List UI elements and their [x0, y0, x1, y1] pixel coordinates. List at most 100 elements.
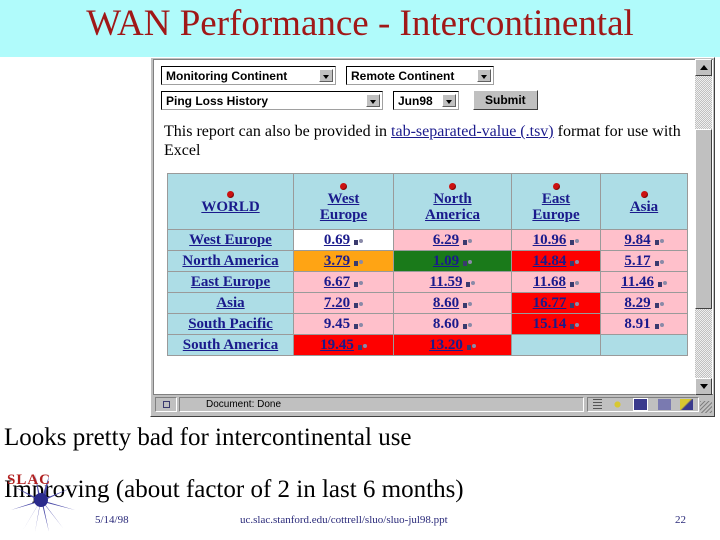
- security-lock-icon[interactable]: [155, 397, 177, 412]
- news-icon[interactable]: [657, 399, 671, 410]
- row-label: South America: [167, 334, 294, 356]
- tsv-download-link[interactable]: tab-separated-value (.tsv): [391, 123, 554, 140]
- chart-link-icon[interactable]: [466, 342, 476, 350]
- data-cell[interactable]: 5.17: [600, 250, 688, 272]
- data-cell[interactable]: 8.29: [600, 292, 688, 314]
- row-label-link[interactable]: West Europe: [189, 232, 272, 249]
- monitoring-continent-value: Monitoring Continent: [166, 69, 288, 83]
- data-cell[interactable]: 13.20: [393, 334, 512, 356]
- chart-link-icon[interactable]: [463, 321, 473, 329]
- row-label: North America: [167, 250, 294, 272]
- scrollbar-track[interactable]: [695, 76, 712, 378]
- data-cell[interactable]: 1.09: [393, 250, 512, 272]
- data-cell[interactable]: 9.45: [293, 313, 394, 335]
- form-row-1: Monitoring Continent Remote Continent: [161, 66, 694, 85]
- data-cell[interactable]: 6.67: [293, 271, 394, 293]
- chart-link-icon[interactable]: [354, 300, 364, 308]
- cell-value: 5.17: [624, 252, 651, 269]
- data-cell[interactable]: 11.68: [511, 271, 601, 293]
- row-label-link[interactable]: Asia: [216, 295, 244, 312]
- cell-value: 6.67: [323, 273, 351, 290]
- data-cell[interactable]: 8.60: [393, 292, 512, 314]
- data-cell[interactable]: 8.91: [600, 313, 688, 335]
- chart-link-icon[interactable]: [354, 258, 364, 266]
- month-value: Jun98: [398, 93, 433, 108]
- data-cell[interactable]: 3.79: [293, 250, 394, 272]
- list-icon[interactable]: [592, 399, 602, 410]
- chart-link-icon[interactable]: [570, 258, 580, 266]
- chart-link-icon[interactable]: [354, 237, 364, 245]
- chart-link-icon[interactable]: [570, 300, 580, 308]
- cell-value: 15.14: [532, 315, 567, 332]
- ping-loss-table: WORLD West Europe North America East Europe Asi…: [167, 173, 688, 356]
- cell-value: 11.46: [621, 273, 654, 290]
- chart-link-icon[interactable]: [466, 279, 476, 287]
- chart-link-icon[interactable]: [654, 321, 664, 329]
- data-cell[interactable]: 11.46: [600, 271, 688, 293]
- data-cell[interactable]: 7.20: [293, 292, 394, 314]
- red-dot-icon: [449, 183, 456, 190]
- report-type-select[interactable]: Ping Loss History: [161, 90, 383, 110]
- network-icon[interactable]: [611, 399, 625, 410]
- row-label-link[interactable]: North America: [182, 253, 278, 270]
- submit-button[interactable]: Submit: [473, 90, 538, 110]
- chart-link-icon[interactable]: [654, 258, 664, 266]
- page-title: WAN Performance - Intercontinental: [86, 3, 634, 44]
- tsv-note-before: This report can also be provided in: [164, 123, 392, 140]
- chart-link-icon[interactable]: [357, 342, 367, 350]
- data-cell[interactable]: 6.29: [393, 229, 512, 251]
- data-cell[interactable]: 8.60: [393, 313, 512, 335]
- vertical-scrollbar[interactable]: [695, 59, 712, 395]
- column-header-link[interactable]: West Europe: [320, 191, 367, 223]
- chart-link-icon[interactable]: [654, 300, 664, 308]
- remote-continent-select[interactable]: Remote Continent: [346, 66, 494, 85]
- chart-link-icon[interactable]: [354, 321, 364, 329]
- data-cell[interactable]: 14.84: [511, 250, 601, 272]
- column-header-link[interactable]: North America: [425, 191, 480, 223]
- scroll-down-icon[interactable]: [695, 378, 712, 395]
- data-cell[interactable]: 0.69: [293, 229, 394, 251]
- cell-value: 8.60: [432, 315, 460, 332]
- chart-link-icon[interactable]: [654, 237, 664, 245]
- row-label: Asia: [167, 292, 294, 314]
- data-cell[interactable]: 19.45: [293, 334, 394, 356]
- chart-link-icon[interactable]: [657, 279, 667, 287]
- scroll-up-icon[interactable]: [695, 59, 712, 76]
- footer-date: 5/14/98: [95, 514, 129, 526]
- scrollbar-thumb[interactable]: [695, 129, 712, 309]
- data-cell[interactable]: 11.59: [393, 271, 512, 293]
- chart-link-icon[interactable]: [570, 237, 580, 245]
- world-link[interactable]: WORLD: [201, 199, 259, 215]
- column-header-link[interactable]: Asia: [630, 199, 658, 215]
- chart-link-icon[interactable]: [354, 279, 364, 287]
- row-label: South Pacific: [167, 313, 294, 335]
- mail-icon[interactable]: [633, 398, 649, 411]
- resize-grip[interactable]: [700, 401, 712, 413]
- row-label-link[interactable]: South America: [183, 337, 278, 354]
- month-select[interactable]: Jun98: [393, 90, 459, 110]
- cell-value: 6.29: [432, 231, 460, 248]
- data-cell[interactable]: 15.14: [511, 313, 601, 335]
- chart-link-icon[interactable]: [463, 300, 473, 308]
- chart-link-icon[interactable]: [463, 237, 473, 245]
- column-header-link[interactable]: East Europe: [532, 191, 579, 223]
- cell-value: 9.84: [624, 231, 651, 248]
- row-label-link[interactable]: South Pacific: [188, 316, 273, 333]
- cell-value: 7.20: [323, 294, 351, 311]
- data-cell[interactable]: 9.84: [600, 229, 688, 251]
- cell-value: 0.69: [323, 231, 351, 248]
- chevron-down-icon: [319, 69, 333, 82]
- cell-value: 11.68: [533, 273, 566, 290]
- chart-link-icon[interactable]: [569, 279, 579, 287]
- composer-icon[interactable]: [680, 399, 694, 410]
- data-cell[interactable]: 10.96: [511, 229, 601, 251]
- monitoring-continent-select[interactable]: Monitoring Continent: [161, 66, 336, 85]
- data-cell[interactable]: 16.77: [511, 292, 601, 314]
- cell-value: 3.79: [323, 252, 351, 269]
- cell-value: 11.59: [429, 273, 463, 290]
- chart-link-icon[interactable]: [463, 258, 473, 266]
- chevron-down-icon: [442, 93, 456, 107]
- chart-link-icon[interactable]: [570, 321, 580, 329]
- red-dot-icon: [340, 183, 347, 190]
- row-label-link[interactable]: East Europe: [191, 274, 270, 291]
